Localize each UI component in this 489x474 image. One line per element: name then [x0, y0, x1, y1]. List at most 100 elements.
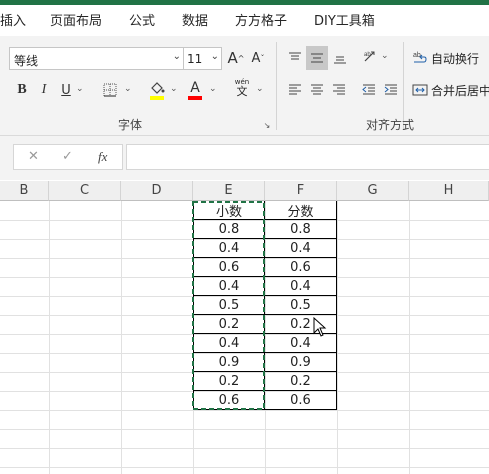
- gridline-horizontal: [0, 448, 489, 449]
- wrap-text-label: 自动换行: [431, 51, 480, 66]
- align-bottom-icon: [334, 56, 346, 64]
- align-right-button[interactable]: [329, 80, 349, 100]
- font-color-button[interactable]: A: [185, 78, 205, 98]
- cell-fraction[interactable]: 0.5: [265, 296, 337, 315]
- paint-bucket-icon: [151, 82, 165, 94]
- enter-icon[interactable]: ✓: [62, 149, 73, 164]
- menu-bar: 插入 页面布局 公式 数据 方方格子 DIY工具箱: [0, 0, 489, 36]
- underline-dropdown[interactable]: ⌄: [76, 84, 84, 94]
- increase-font-size-button[interactable]: A ^: [226, 48, 246, 68]
- formula-input[interactable]: [126, 144, 489, 170]
- ribbon-divider: [276, 42, 277, 130]
- wrap-text-icon: ab: [413, 52, 427, 63]
- column-header-c[interactable]: C: [49, 181, 121, 201]
- column-header-f[interactable]: F: [265, 181, 337, 201]
- cell-fraction[interactable]: 0.6: [265, 391, 337, 410]
- border-grid-icon: [103, 83, 117, 97]
- formula-buttons: ✕ ✓ fx: [13, 144, 123, 170]
- ribbon: 等线 ⌄ 11 ⌄ A ^ Aˇ B I U ⌄ ⌄ ⌄ A ⌄ wén 文 ⌄ …: [0, 36, 489, 136]
- mouse-pointer-icon: [313, 317, 327, 337]
- align-center-button[interactable]: [307, 80, 327, 100]
- tab-page-layout[interactable]: 页面布局: [50, 10, 102, 29]
- column-header-b[interactable]: B: [0, 181, 49, 201]
- text-orientation-icon: ab: [364, 51, 375, 62]
- svg-text:ab: ab: [413, 52, 421, 59]
- align-right-icon: [333, 84, 345, 95]
- font-color-icon: A: [190, 80, 200, 96]
- cell-fraction[interactable]: 0.4: [265, 239, 337, 258]
- orientation-dropdown[interactable]: ⌄: [381, 51, 389, 61]
- gridline-horizontal: [0, 467, 489, 468]
- tab-data[interactable]: 数据: [182, 10, 208, 29]
- gridline-vertical: [409, 201, 410, 474]
- bold-button[interactable]: B: [12, 80, 32, 100]
- tab-fangfang-gezi[interactable]: 方方格子: [235, 10, 287, 29]
- align-top-button[interactable]: [285, 48, 305, 68]
- cell-header-fraction[interactable]: 分数: [265, 201, 337, 220]
- borders-button[interactable]: [100, 80, 120, 100]
- align-left-button[interactable]: [285, 80, 305, 100]
- font-group-label: 字体: [118, 118, 143, 132]
- gridline-horizontal: [0, 429, 489, 430]
- gridline-vertical: [121, 201, 122, 474]
- column-header-h[interactable]: H: [409, 181, 489, 201]
- shrink-font-icon: A: [251, 50, 261, 66]
- align-left-icon: [289, 84, 301, 95]
- wrap-text-button[interactable]: ab 自动换行: [412, 48, 479, 68]
- increase-indent-button[interactable]: [381, 80, 401, 100]
- title-accent-strip: [0, 0, 489, 5]
- phonetic-guide-button[interactable]: wén 文: [230, 76, 254, 100]
- gridline-vertical: [337, 201, 338, 474]
- align-top-icon: [289, 52, 301, 60]
- decrease-indent-button[interactable]: [359, 80, 379, 100]
- font-name-value: 等线: [14, 54, 39, 68]
- column-header-g[interactable]: G: [337, 181, 409, 201]
- chevron-down-icon: ⌄: [172, 51, 181, 62]
- fill-color-button[interactable]: [147, 78, 167, 98]
- italic-button[interactable]: I: [34, 80, 54, 100]
- phonetic-char: 文: [236, 85, 248, 98]
- phonetic-dropdown[interactable]: ⌄: [256, 84, 264, 94]
- insert-function-icon[interactable]: fx: [98, 149, 107, 165]
- gridline-vertical: [49, 201, 50, 474]
- merge-center-button[interactable]: 合并后居中: [412, 80, 489, 100]
- alignment-group-label: 对齐方式: [366, 118, 415, 132]
- align-center-icon: [311, 84, 323, 95]
- font-color-dropdown[interactable]: ⌄: [209, 84, 217, 94]
- underline-button[interactable]: U: [56, 80, 76, 100]
- cancel-icon[interactable]: ✕: [28, 149, 39, 164]
- cell-fraction[interactable]: 0.9: [265, 353, 337, 372]
- bold-icon: B: [17, 82, 27, 97]
- orientation-button[interactable]: ab: [360, 46, 380, 66]
- font-dialog-launcher-icon[interactable]: ↘: [262, 120, 272, 130]
- formula-bar: ✕ ✓ fx: [0, 136, 489, 180]
- tab-diy-toolbox[interactable]: DIY工具箱: [314, 10, 375, 29]
- fill-color-swatch: [150, 96, 164, 100]
- font-color-swatch: [188, 96, 202, 100]
- italic-icon: I: [41, 82, 47, 97]
- decrease-font-size-button[interactable]: Aˇ: [248, 48, 268, 68]
- font-size-value: 11: [187, 52, 203, 66]
- underline-icon: U: [61, 82, 71, 98]
- column-header-e[interactable]: E: [193, 181, 265, 201]
- cell-fraction[interactable]: 0.6: [265, 258, 337, 277]
- align-bottom-button[interactable]: [330, 48, 350, 68]
- copy-selection-marquee: [192, 201, 265, 410]
- tab-formulas[interactable]: 公式: [129, 10, 155, 29]
- merge-cells-icon: [412, 84, 428, 96]
- svg-text:ab: ab: [364, 52, 371, 58]
- font-name-select[interactable]: 等线 ⌄: [9, 47, 184, 70]
- borders-dropdown[interactable]: ⌄: [124, 84, 132, 94]
- cell-fraction[interactable]: 0.2: [265, 372, 337, 391]
- font-size-select[interactable]: 11 ⌄: [184, 47, 222, 70]
- merge-center-label: 合并后居中: [431, 83, 489, 98]
- tab-insert[interactable]: 插入: [0, 10, 26, 29]
- align-middle-button[interactable]: [306, 46, 328, 70]
- increase-indent-icon: [384, 84, 397, 95]
- cell-fraction[interactable]: 0.4: [265, 277, 337, 296]
- grow-font-icon: A: [227, 49, 238, 67]
- fill-color-dropdown[interactable]: ⌄: [170, 84, 178, 94]
- cell-fraction[interactable]: 0.8: [265, 220, 337, 239]
- worksheet-grid[interactable]: B C D E F G H 小数 分数 0.8 0.8 0.4 0.4 0.6 0.6 0.4 0…: [0, 181, 489, 474]
- column-header-d[interactable]: D: [121, 181, 193, 201]
